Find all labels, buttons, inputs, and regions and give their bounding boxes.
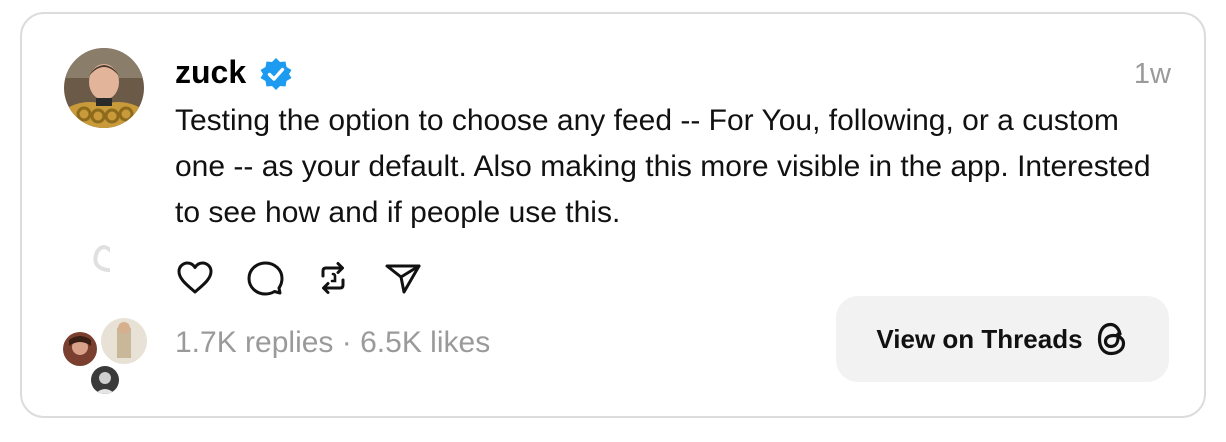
thread-connector-line <box>93 245 110 273</box>
author-username[interactable]: zuck <box>175 52 246 92</box>
post-text: Testing the option to choose any feed --… <box>175 104 1151 229</box>
stats-separator: · <box>341 326 352 359</box>
repost-icon[interactable] <box>313 258 353 298</box>
share-icon[interactable] <box>383 258 423 298</box>
comment-icon[interactable] <box>245 258 285 298</box>
post-stats: 1.7K replies · 6.5K likes <box>175 323 490 363</box>
view-on-threads-button[interactable]: View on Threads <box>836 296 1169 382</box>
likes-count[interactable]: 6.5K likes <box>360 326 490 359</box>
view-on-threads-label: View on Threads <box>876 323 1083 354</box>
threads-logo-icon <box>1097 322 1125 356</box>
replies-count[interactable]: 1.7K replies <box>175 326 333 359</box>
replier-avatar <box>63 332 97 366</box>
heart-icon[interactable] <box>175 258 215 298</box>
replier-avatar <box>101 318 147 364</box>
verified-badge-icon <box>260 58 292 90</box>
replier-avatar <box>91 366 119 394</box>
post-timestamp: 1w <box>1133 58 1171 90</box>
author-avatar[interactable] <box>64 48 144 128</box>
